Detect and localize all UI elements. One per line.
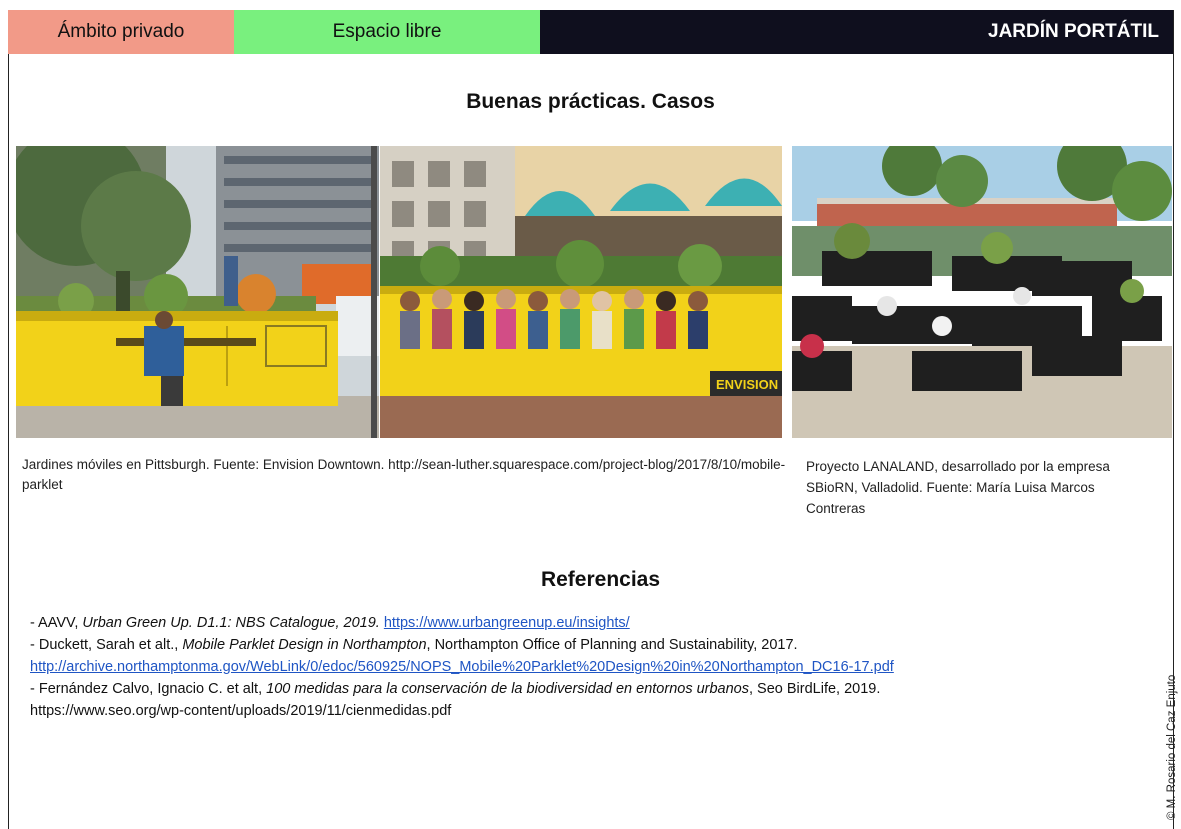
reference-item: http://archive.northamptonma.gov/WebLink… [30, 656, 1130, 678]
caption-lanaland: Proyecto LANALAND, desarrollado por la e… [806, 459, 1110, 516]
reference-item: - Duckett, Sarah et alt., Mobile Parklet… [30, 634, 1130, 656]
cases-heading: Buenas prácticas. Casos [466, 90, 715, 113]
reference-publisher: , Seo BirdLife, 2019. [749, 681, 881, 697]
tab-private-scope[interactable]: Ámbito privado [8, 10, 234, 54]
reference-item: https://www.seo.org/wp-content/uploads/2… [30, 700, 1130, 722]
reference-title: Mobile Parklet Design in Northampton [182, 637, 427, 653]
photo-lanaland-crate-planters [792, 146, 1172, 438]
reference-title: Urban Green Up. D1.1: NBS Catalogue, 201… [82, 615, 380, 631]
references-list: - AAVV, Urban Green Up. D1.1: NBS Catalo… [30, 612, 1130, 722]
photo-pittsburgh-parklet-street [16, 146, 379, 438]
author-credit: © M. Rosario del Caz Enjuto [1166, 674, 1178, 820]
page-title: JARDÍN PORTÁTIL [540, 10, 1173, 54]
reference-item: - AAVV, Urban Green Up. D1.1: NBS Catalo… [30, 612, 1130, 634]
reference-authors: - Fernández Calvo, Ignacio C. et alt, [30, 681, 267, 697]
caption-pittsburgh: Jardines móviles en Pittsburgh. Fuente: … [22, 457, 786, 492]
dumpster-label: ENVISION [716, 377, 778, 392]
reference-link[interactable]: http://archive.northamptonma.gov/WebLink… [30, 659, 894, 675]
reference-authors: - Duckett, Sarah et alt., [30, 637, 183, 653]
reference-title: 100 medidas para la conservación de la b… [266, 681, 749, 697]
references-heading: Referencias [540, 568, 661, 591]
photo-children-on-dumpster-parklet: ENVISION [380, 146, 782, 438]
reference-authors: - AAVV, [30, 615, 83, 631]
reference-publisher: , Northampton Office of Planning and Sus… [426, 637, 798, 653]
top-bar: Ámbito privado Espacio libre JARDÍN PORT… [8, 10, 1173, 54]
tab-free-space[interactable]: Espacio libre [234, 10, 540, 54]
reference-link[interactable]: https://www.urbangreenup.eu/insights/ [384, 615, 630, 631]
reference-url: https://www.seo.org/wp-content/uploads/2… [30, 703, 452, 719]
reference-item: - Fernández Calvo, Ignacio C. et alt, 10… [30, 678, 1130, 700]
